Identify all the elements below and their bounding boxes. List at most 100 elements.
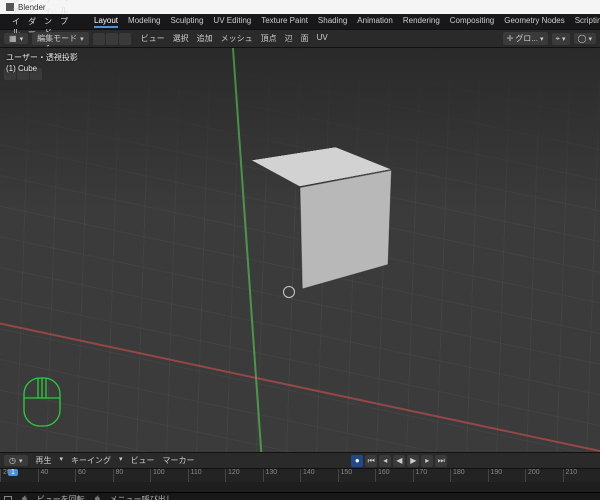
chevron-down-icon: ▾ bbox=[119, 455, 123, 466]
tick: 200 bbox=[525, 469, 563, 482]
status-hint-2: メニュー呼び出し bbox=[110, 494, 174, 500]
cursor-3d-icon bbox=[280, 283, 298, 301]
timeline-ruler[interactable]: 1 20 40 60 80 100 110 120 130 140 150 16… bbox=[0, 468, 600, 482]
tab-shading[interactable]: Shading bbox=[318, 16, 347, 28]
menu-playback[interactable]: 再生 bbox=[36, 455, 52, 466]
top-menubar: ファイル レンダー ウィンドウ ヘルプ Layout Modeling Scul… bbox=[0, 14, 600, 30]
timeline-header: ◷ ▾ 再生 ▾ キーイング ▾ ビュー マーカー ● ⏮ ◂ ◀ ▶ ▸ ⏭ bbox=[0, 452, 600, 468]
playback-controls: ● ⏮ ◂ ◀ ▶ ▸ ⏭ bbox=[351, 455, 447, 467]
clock-icon: ◷ bbox=[9, 456, 16, 465]
overlay-line1: ユーザー・透視投影 bbox=[6, 52, 78, 63]
record-icon: ● bbox=[355, 456, 360, 465]
tab-sculpting[interactable]: Sculpting bbox=[171, 16, 204, 28]
timeline-ticks: 20 40 60 80 100 110 120 130 140 150 160 … bbox=[0, 469, 600, 482]
os-titlebar: Blender bbox=[0, 0, 600, 14]
editor-type-dropdown[interactable]: ▦ ▾ bbox=[4, 33, 28, 44]
tick: 170 bbox=[413, 469, 451, 482]
play-reverse-button[interactable]: ◀ bbox=[393, 455, 405, 467]
skip-end-icon: ⏭ bbox=[438, 456, 445, 466]
chevron-down-icon: ▾ bbox=[80, 35, 84, 43]
mode-label: 編集モード bbox=[37, 33, 77, 44]
menu-vertex[interactable]: 頂点 bbox=[261, 33, 277, 44]
mouse-hint-icon bbox=[20, 374, 64, 432]
tab-uvediting[interactable]: UV Editing bbox=[213, 16, 251, 28]
play-icon: ▶ bbox=[410, 456, 416, 465]
tick: 210 bbox=[563, 469, 600, 482]
face-select-icon[interactable] bbox=[119, 33, 131, 45]
proportional-edit-button[interactable]: ◯ ▾ bbox=[574, 33, 596, 44]
menu-view[interactable]: ビュー bbox=[141, 33, 165, 44]
tick: 100 bbox=[150, 469, 188, 482]
menu-view[interactable]: ビュー bbox=[131, 455, 155, 466]
viewport-3d[interactable]: ユーザー・透視投影 (1) Cube bbox=[0, 48, 600, 452]
next-key-icon: ▸ bbox=[425, 456, 429, 465]
timeline-menus: 再生 ▾ キーイング ▾ ビュー マーカー bbox=[36, 455, 195, 466]
prev-key-icon: ◂ bbox=[383, 456, 387, 465]
select-hint-icon bbox=[4, 496, 12, 500]
timeline-editor-dropdown[interactable]: ◷ ▾ bbox=[4, 455, 28, 466]
grid-icon: ▦ bbox=[9, 34, 17, 43]
tab-scripting[interactable]: Scripting bbox=[575, 16, 600, 28]
tick: 160 bbox=[375, 469, 413, 482]
menu-mesh[interactable]: メッシュ bbox=[221, 33, 253, 44]
tab-geometrynodes[interactable]: Geometry Nodes bbox=[504, 16, 564, 28]
orientation-label: グロ... bbox=[515, 33, 538, 44]
statusbar: 🖱 ビューを回転 🖱 メニュー呼び出し bbox=[0, 492, 600, 500]
chevron-down-icon: ▾ bbox=[60, 455, 64, 466]
chevron-down-icon: ▾ bbox=[588, 35, 592, 43]
chevron-down-icon: ▾ bbox=[20, 35, 24, 43]
edge-select-icon[interactable] bbox=[106, 33, 118, 45]
menu-face[interactable]: 面 bbox=[301, 33, 309, 44]
mode-dropdown[interactable]: 編集モード ▾ bbox=[32, 32, 89, 45]
cube-object[interactable] bbox=[270, 163, 400, 293]
tick: 80 bbox=[113, 469, 151, 482]
prev-keyframe-button[interactable]: ◂ bbox=[379, 455, 391, 467]
orientation-dropdown[interactable]: ✛ グロ... ▾ bbox=[503, 32, 548, 45]
play-button[interactable]: ▶ bbox=[407, 455, 419, 467]
viewport-overlay-text: ユーザー・透視投影 (1) Cube bbox=[6, 52, 78, 74]
tick: 130 bbox=[263, 469, 301, 482]
chevron-down-icon: ▾ bbox=[562, 35, 566, 43]
timeline-track[interactable] bbox=[0, 482, 600, 492]
cube-face-front bbox=[299, 169, 392, 289]
tick: 60 bbox=[75, 469, 113, 482]
tab-compositing[interactable]: Compositing bbox=[450, 16, 494, 28]
jump-start-button[interactable]: ⏮ bbox=[365, 455, 377, 467]
chevron-down-icon: ▾ bbox=[19, 457, 23, 465]
tick: 20 bbox=[0, 469, 38, 482]
header-right-cluster: ✛ グロ... ▾ ⌖ ▾ ◯ ▾ bbox=[503, 32, 596, 45]
circle-icon: ◯ bbox=[578, 34, 587, 43]
tick: 150 bbox=[338, 469, 376, 482]
tick: 180 bbox=[450, 469, 488, 482]
tick: 120 bbox=[225, 469, 263, 482]
play-rev-icon: ◀ bbox=[396, 456, 402, 465]
tick: 140 bbox=[300, 469, 338, 482]
tick: 110 bbox=[188, 469, 226, 482]
overlay-line2: (1) Cube bbox=[6, 63, 78, 74]
menu-add[interactable]: 追加 bbox=[197, 33, 213, 44]
viewport-header: ▦ ▾ 編集モード ▾ ビュー 選択 追加 メッシュ 頂点 辺 面 UV ✛ グ… bbox=[0, 30, 600, 48]
menu-uv[interactable]: UV bbox=[317, 33, 328, 44]
jump-end-button[interactable]: ⏭ bbox=[435, 455, 447, 467]
menu-edge[interactable]: 辺 bbox=[285, 33, 293, 44]
tab-animation[interactable]: Animation bbox=[357, 16, 393, 28]
autokey-button[interactable]: ● bbox=[351, 455, 363, 467]
next-keyframe-button[interactable]: ▸ bbox=[421, 455, 433, 467]
vertex-select-icon[interactable] bbox=[93, 33, 105, 45]
tab-texturepaint[interactable]: Texture Paint bbox=[261, 16, 308, 28]
tick: 190 bbox=[488, 469, 526, 482]
header-menus: ビュー 選択 追加 メッシュ 頂点 辺 面 UV bbox=[141, 33, 328, 44]
menu-marker[interactable]: マーカー bbox=[163, 455, 195, 466]
tab-layout[interactable]: Layout bbox=[94, 16, 118, 28]
status-hint-1: ビューを回転 bbox=[37, 494, 85, 500]
menu-select[interactable]: 選択 bbox=[173, 33, 189, 44]
tick: 40 bbox=[38, 469, 76, 482]
workspace-tabs: Layout Modeling Sculpting UV Editing Tex… bbox=[94, 16, 600, 28]
snap-dropdown[interactable]: ⌖ ▾ bbox=[552, 33, 570, 45]
magnet-icon: ⌖ bbox=[556, 34, 561, 44]
select-mode-group bbox=[93, 33, 131, 45]
tab-modeling[interactable]: Modeling bbox=[128, 16, 160, 28]
menu-keying[interactable]: キーイング bbox=[71, 455, 111, 466]
tab-rendering[interactable]: Rendering bbox=[403, 16, 440, 28]
mouse-left-icon: 🖱 bbox=[22, 495, 27, 500]
